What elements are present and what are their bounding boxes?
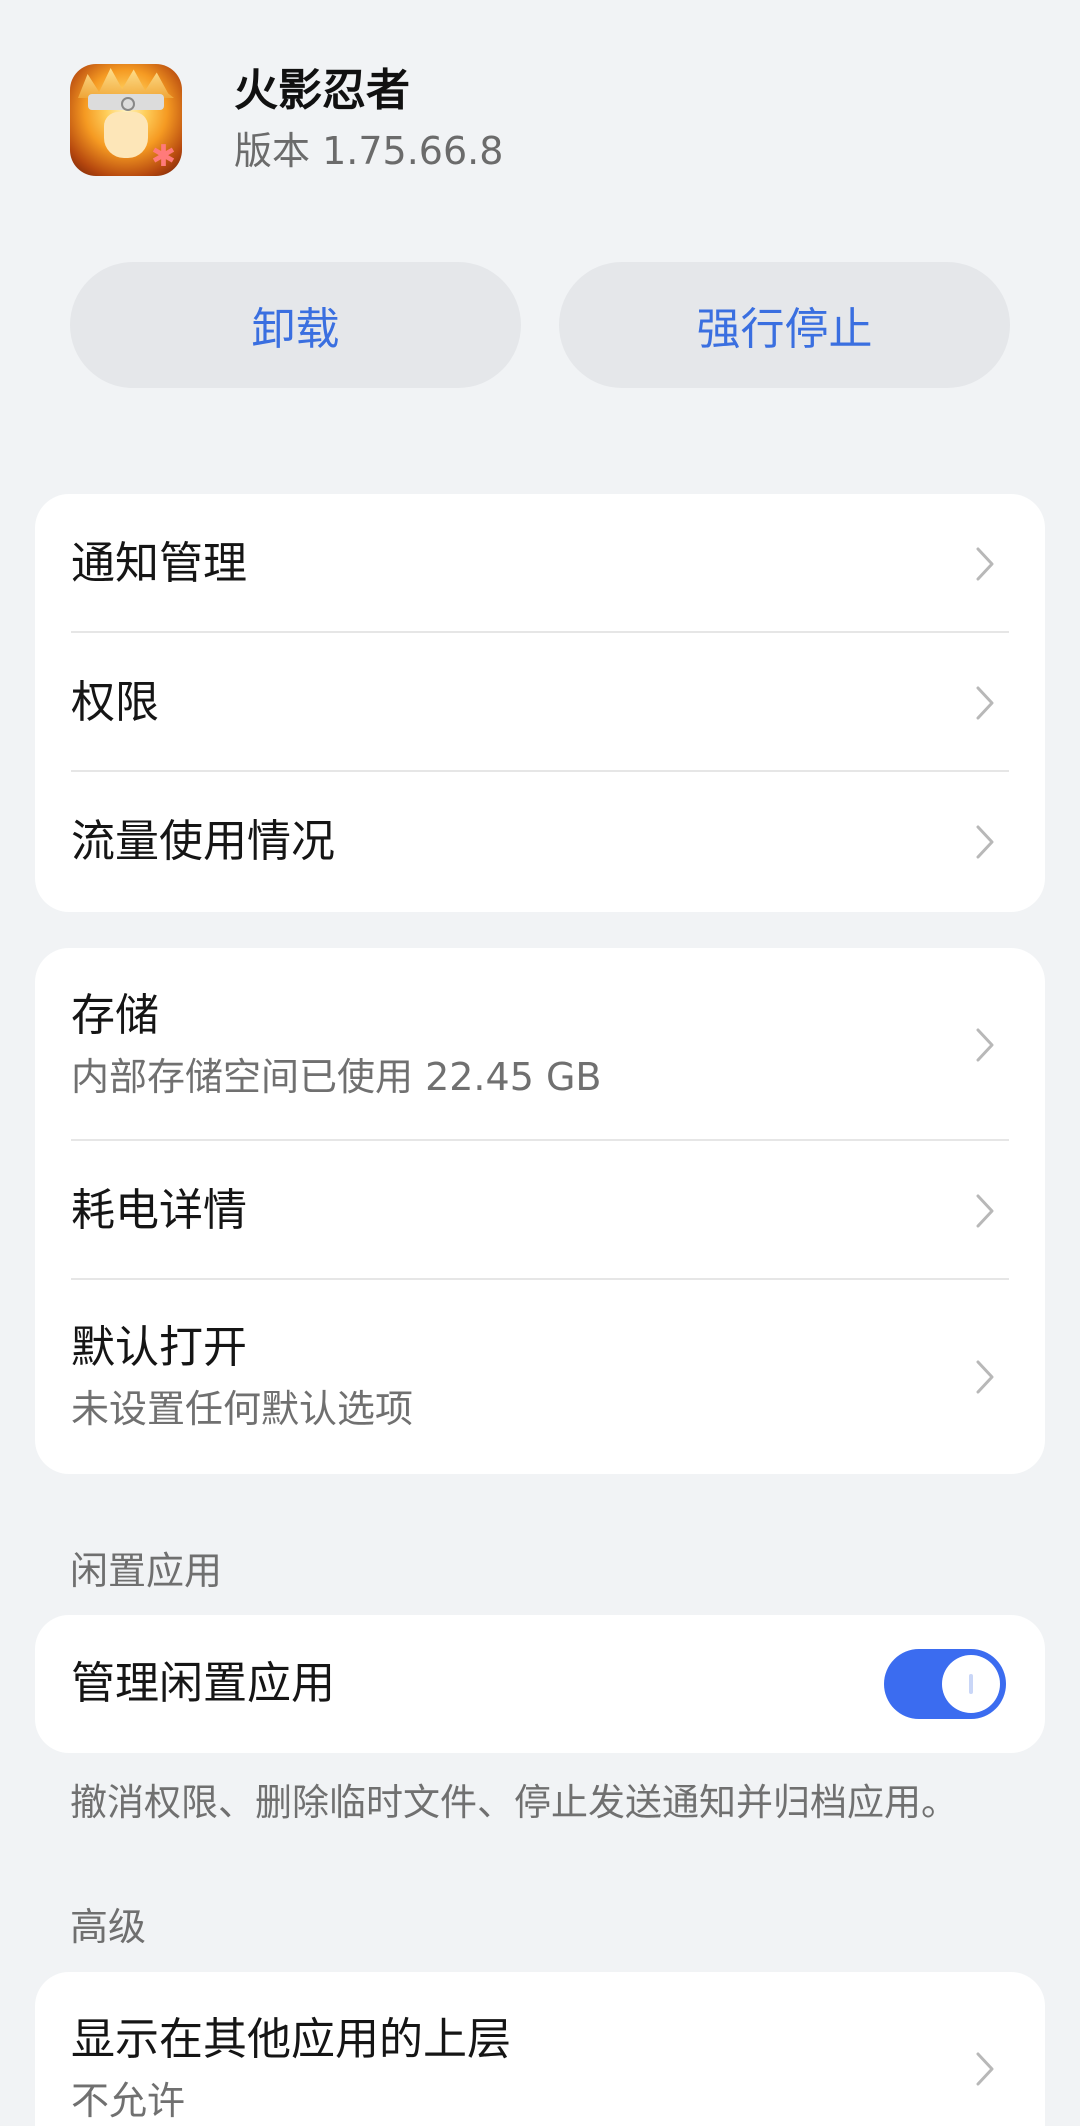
app-version: 版本 1.75.66.8: [234, 129, 504, 173]
item-title: 耗电详情: [71, 1184, 247, 1236]
item-title: 管理闲置应用: [71, 1658, 335, 1709]
permissions-item[interactable]: 权限: [35, 633, 1045, 772]
item-subtitle: 未设置任何默认选项: [71, 1387, 414, 1431]
section-label-advanced: 高级: [70, 1905, 147, 1949]
manage-idle-apps-item: 管理闲置应用: [35, 1615, 1045, 1753]
app-meta: 火影忍者 版本 1.75.66.8: [234, 63, 503, 177]
item-subtitle: 不允许: [71, 2079, 186, 2123]
notification-management-item[interactable]: 通知管理: [35, 494, 1045, 633]
item-title: 流量使用情况: [71, 816, 335, 867]
app-header: ✱ 火影忍者 版本 1.75.66.8: [70, 60, 503, 180]
uninstall-button[interactable]: 卸载: [70, 262, 521, 388]
item-title: 默认打开: [71, 1322, 247, 1373]
item-title: 存储: [71, 989, 159, 1041]
item-title: 显示在其他应用的上层: [71, 2014, 511, 2065]
chevron-right-icon: [965, 1191, 1005, 1231]
data-usage-item[interactable]: 流量使用情况: [35, 772, 1045, 912]
idle-apps-hint: 撤消权限、删除临时文件、停止发送通知并归档应用。: [70, 1781, 958, 1824]
section-label-idle-apps: 闲置应用: [70, 1549, 223, 1593]
battery-usage-item[interactable]: 耗电详情: [35, 1141, 1045, 1280]
item-subtitle: 内部存储空间已使用 22.45 GB: [71, 1054, 602, 1099]
idle-apps-card: 管理闲置应用: [35, 1615, 1045, 1753]
toggle-knob: [942, 1655, 1000, 1713]
chevron-right-icon: [965, 1025, 1005, 1065]
chevron-right-icon: [965, 544, 1005, 584]
settings-card-resources: 存储 内部存储空间已使用 22.45 GB 耗电详情 默认打开 未设置任何默认选…: [35, 948, 1045, 1474]
settings-card-general: 通知管理 权限 流量使用情况: [35, 494, 1045, 912]
open-by-default-item[interactable]: 默认打开 未设置任何默认选项: [35, 1280, 1045, 1474]
chevron-right-icon: [965, 2049, 1005, 2089]
manage-idle-apps-toggle[interactable]: [884, 1649, 1006, 1719]
advanced-card: 显示在其他应用的上层 不允许: [35, 1972, 1045, 2126]
chevron-right-icon: [965, 683, 1005, 723]
display-over-other-apps-item[interactable]: 显示在其他应用的上层 不允许: [35, 1972, 1045, 2126]
item-title: 权限: [71, 676, 159, 728]
chevron-right-icon: [965, 822, 1005, 862]
item-title: 通知管理: [71, 537, 247, 589]
storage-item[interactable]: 存储 内部存储空间已使用 22.45 GB: [35, 948, 1045, 1141]
app-info-page: ✱ 火影忍者 版本 1.75.66.8 卸载 强行停止 通知管理 权限 流量使用…: [0, 0, 1080, 2126]
app-name: 火影忍者: [234, 65, 410, 116]
chevron-right-icon: [965, 1357, 1005, 1397]
app-icon: ✱: [70, 64, 182, 176]
force-stop-button[interactable]: 强行停止: [559, 262, 1010, 388]
